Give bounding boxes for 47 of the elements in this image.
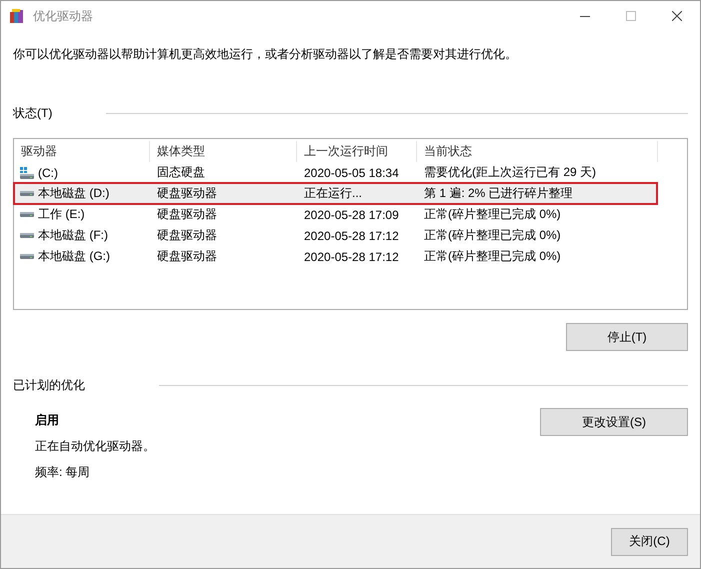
last-run: 2020-05-05 18:34 bbox=[303, 166, 400, 180]
media-type: 硬盘驱动器 bbox=[156, 185, 218, 202]
change-settings-button[interactable]: 更改设置(S) bbox=[540, 408, 688, 436]
last-run: 2020-05-28 17:12 bbox=[303, 250, 400, 264]
app-icon bbox=[9, 8, 25, 24]
drive-row[interactable]: 本地磁盘 (D:) 硬盘驱动器 正在运行... 第 1 遍: 2% 已进行碎片整理 bbox=[14, 183, 657, 204]
column-header[interactable]: 当前状态 bbox=[417, 141, 658, 162]
section-label: 已计划的优化 bbox=[13, 377, 86, 394]
close-icon bbox=[672, 11, 682, 21]
current-status: 正常(碎片整理已完成 0%) bbox=[423, 227, 562, 244]
column-header[interactable]: 媒体类型 bbox=[150, 141, 297, 162]
drive-row[interactable]: 本地磁盘 (F:) 硬盘驱动器 2020-05-28 17:12 正常(碎片整理已完成 0%) bbox=[14, 225, 657, 246]
current-status: 正常(碎片整理已完成 0%) bbox=[423, 248, 562, 265]
drive-row[interactable]: 本地磁盘 (G:) 硬盘驱动器 2020-05-28 17:12 正常(碎片整理已完成 0%) bbox=[14, 246, 657, 267]
last-run: 2020-05-28 17:12 bbox=[303, 228, 400, 242]
description-text: 你可以优化驱动器以帮助计算机更高效地运行，或者分析驱动器以了解是否需要对其进行优化。 bbox=[13, 46, 518, 63]
media-type: 固态硬盘 bbox=[156, 164, 206, 181]
drive-icon bbox=[20, 191, 34, 196]
column-header[interactable]: 上一次运行时间 bbox=[297, 141, 417, 162]
current-status: 第 1 遍: 2% 已进行碎片整理 bbox=[423, 185, 574, 202]
schedule-info: 正在自动优化驱动器。 bbox=[35, 438, 155, 455]
frequency-text: 频率: 每周 bbox=[35, 464, 91, 481]
last-run: 2020-05-28 17:09 bbox=[303, 208, 400, 222]
drive-name: 工作 (E:) bbox=[38, 206, 85, 223]
stop-button[interactable]: 停止(T) bbox=[566, 323, 688, 351]
drive-icon bbox=[20, 212, 34, 217]
window-title: 优化驱动器 bbox=[33, 8, 94, 24]
last-run: 正在运行... bbox=[303, 185, 364, 202]
column-header[interactable]: 驱动器 bbox=[14, 141, 150, 162]
close-button[interactable]: 关闭(C) bbox=[611, 528, 688, 556]
current-status: 正常(碎片整理已完成 0%) bbox=[423, 206, 562, 223]
current-status: 需要优化(距上次运行已有 29 天) bbox=[423, 164, 598, 181]
drive-row[interactable]: (C:) 固态硬盘 2020-05-05 18:34 需要优化(距上次运行已有 29 天) bbox=[14, 162, 657, 183]
drive-name: 本地磁盘 (F:) bbox=[38, 227, 108, 244]
drive-icon bbox=[20, 233, 34, 238]
maximize-icon bbox=[626, 11, 636, 21]
drive-name: 本地磁盘 (D:) bbox=[38, 185, 110, 202]
drive-icon bbox=[20, 254, 34, 259]
section-label: 状态(T) bbox=[13, 105, 54, 122]
media-type: 硬盘驱动器 bbox=[156, 227, 218, 244]
system-drive-icon bbox=[19, 166, 35, 180]
media-type: 硬盘驱动器 bbox=[156, 206, 218, 223]
schedule-state: 启用 bbox=[35, 412, 60, 429]
media-type: 硬盘驱动器 bbox=[156, 248, 218, 265]
drive-name: 本地磁盘 (G:) bbox=[38, 248, 110, 265]
drive-row[interactable]: 工作 (E:) 硬盘驱动器 2020-05-28 17:09 正常(碎片整理已完成 0%) bbox=[14, 204, 657, 225]
drive-name: (C:) bbox=[38, 166, 58, 180]
